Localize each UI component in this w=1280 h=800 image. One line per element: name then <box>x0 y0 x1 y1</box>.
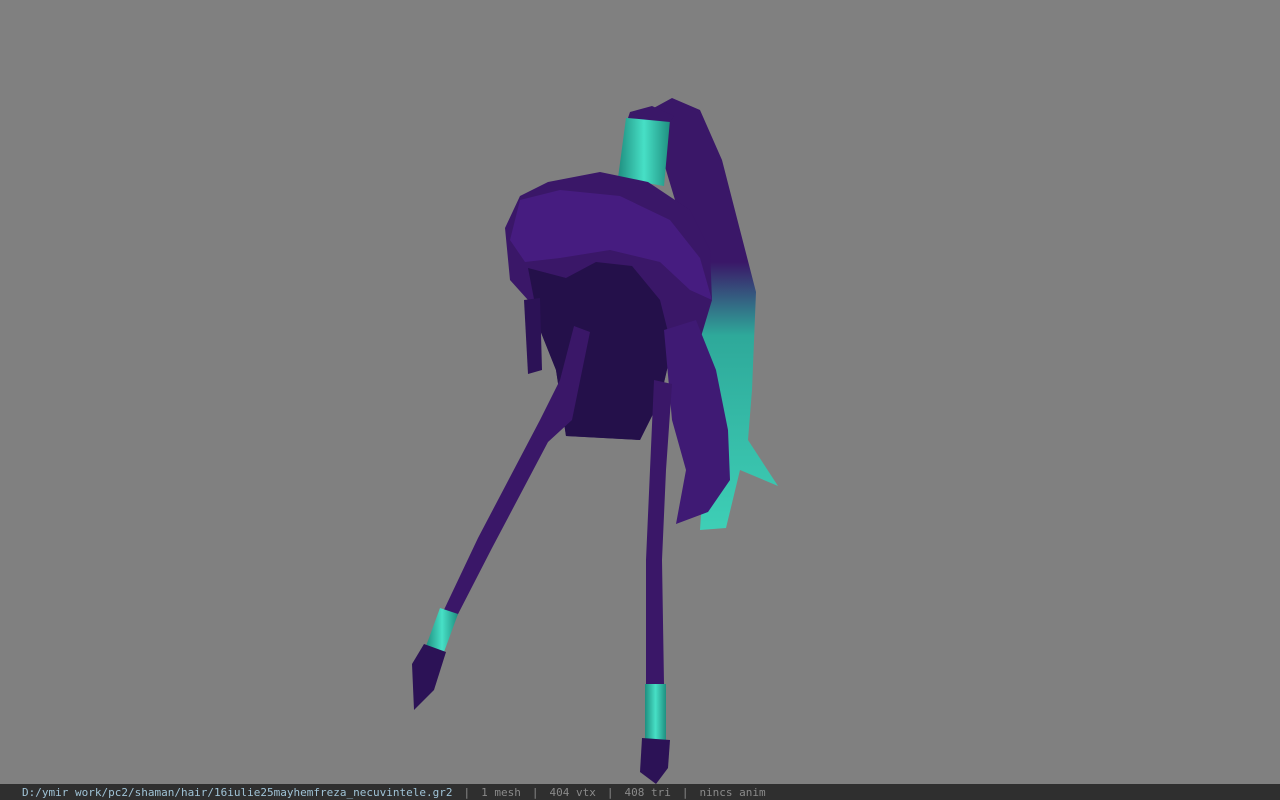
separator: | <box>606 785 614 799</box>
separator: | <box>681 785 689 799</box>
right-tip <box>640 738 670 784</box>
hair-model-render <box>412 98 778 784</box>
separator: | <box>463 785 471 799</box>
right-band <box>645 684 666 740</box>
anim-status: nincs anim <box>699 785 766 799</box>
triangle-count: 408 tri <box>624 785 671 799</box>
mesh-count: 1 mesh <box>481 785 521 799</box>
left-band <box>426 608 458 652</box>
vertex-count: 404 vtx <box>549 785 596 799</box>
long-strand-left <box>442 326 590 618</box>
left-tip <box>412 644 446 710</box>
side-strand-left <box>524 298 542 374</box>
3d-viewport[interactable] <box>0 0 1280 784</box>
top-band <box>618 118 670 186</box>
separator: | <box>531 785 539 799</box>
file-path: D:/ymir work/pc2/shaman/hair/16iulie25ma… <box>22 785 453 799</box>
long-strand-right <box>646 380 672 684</box>
status-bar: D:/ymir work/pc2/shaman/hair/16iulie25ma… <box>0 784 1280 800</box>
